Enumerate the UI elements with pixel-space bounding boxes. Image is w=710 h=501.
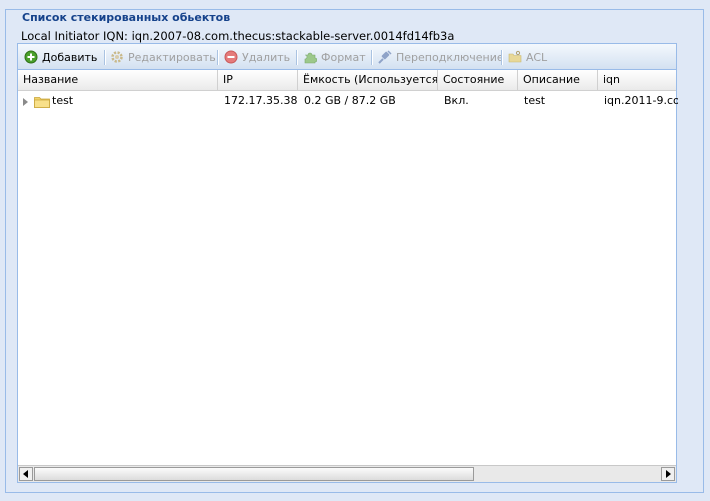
scrollbar-thumb[interactable] [34, 467, 474, 481]
reconnect-label: Переподключение [396, 50, 504, 64]
gear-icon [110, 50, 124, 64]
toolbar-separator [371, 50, 373, 65]
delete-icon [224, 50, 238, 64]
edit-label: Редактировать [128, 50, 216, 64]
cell-status: Вкл. [444, 94, 469, 107]
local-initiator-iqn: Local Initiator IQN: iqn.2007-08.com.the… [21, 29, 455, 43]
column-header-iqn[interactable]: iqn [598, 70, 676, 90]
expand-arrow-icon[interactable] [23, 98, 28, 106]
folder-icon [34, 95, 50, 108]
scroll-left-button[interactable] [19, 467, 33, 481]
row-name-text: test [52, 94, 74, 107]
cell-description: test [524, 94, 546, 107]
toolbar-separator [217, 50, 219, 65]
column-header-status[interactable]: Состояние [438, 70, 518, 90]
add-button[interactable]: Добавить [24, 47, 97, 67]
scroll-right-button[interactable] [661, 467, 675, 481]
delete-button[interactable]: Удалить [224, 47, 290, 67]
toolbar: Добавить Редактировать Удалить Формат Пе… [18, 44, 676, 70]
table-row[interactable]: test 172.17.35.38 0.2 GB / 87.2 GB Вкл. … [18, 91, 678, 111]
delete-label: Удалить [242, 50, 291, 64]
column-header-ip[interactable]: IP [218, 70, 298, 90]
reconnect-button[interactable]: Переподключение [378, 47, 504, 67]
edit-button[interactable]: Редактировать [110, 47, 216, 67]
add-label: Добавить [42, 50, 98, 64]
column-header-capacity[interactable]: Ёмкость (Используется/Во [298, 70, 438, 90]
toolbar-separator [296, 50, 298, 65]
cell-capacity: 0.2 GB / 87.2 GB [304, 94, 396, 107]
toolbar-separator [104, 50, 106, 65]
cell-name: test [18, 91, 218, 111]
add-icon [24, 50, 38, 64]
cell-iqn: iqn.2011-9.com [604, 94, 678, 107]
puzzle-icon [303, 50, 318, 64]
horizontal-scrollbar[interactable] [18, 465, 676, 482]
plug-icon [378, 50, 392, 64]
column-header-name[interactable]: Название [18, 70, 218, 90]
acl-label: ACL [526, 50, 548, 64]
fieldset-legend: Список стекированных обьектов [19, 11, 234, 24]
cell-ip: 172.17.35.38 [224, 94, 298, 107]
toolbar-separator [501, 50, 503, 65]
column-header-description[interactable]: Описание [518, 70, 598, 90]
grid-header: Название IP Ёмкость (Используется/Во Сос… [18, 70, 676, 91]
format-button[interactable]: Формат [303, 47, 366, 67]
format-label: Формат [321, 50, 366, 64]
acl-button[interactable]: ACL [508, 47, 547, 67]
stack-grid-panel: Добавить Редактировать Удалить Формат Пе… [17, 43, 678, 483]
folder-key-icon [508, 50, 522, 64]
